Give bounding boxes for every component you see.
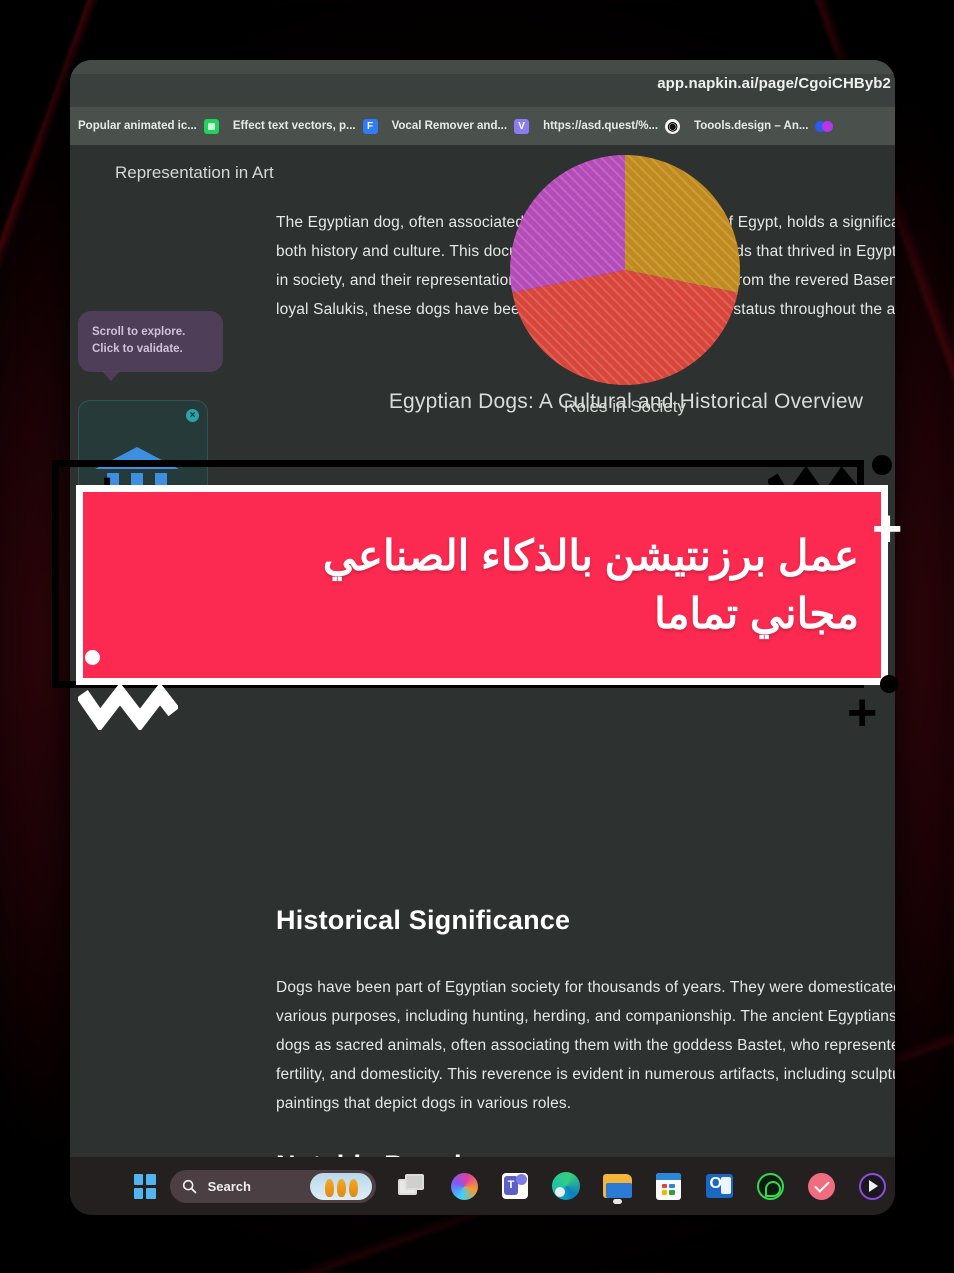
purple-v-icon: V [514, 118, 530, 134]
promo-text-line1: عمل برزنتيشن بالذكاء الصناعي [322, 532, 859, 580]
browser-toolbar: app.napkin.ai/page/CgoiCHByb2 [70, 60, 895, 107]
plus-decoration-bottomright: + [847, 684, 878, 742]
promo-text: عمل برزنتيشن بالذكاء الصناعي مجاني تماما [323, 527, 881, 643]
globe-icon: ◉ [665, 118, 681, 134]
bookmark-label: Toools.design – An... [694, 120, 809, 132]
address-bar[interactable]: app.napkin.ai/page/CgoiCHByb2 [657, 60, 895, 107]
dot-decoration-topright [872, 455, 892, 475]
bookmark-label: Effect text vectors, p... [232, 120, 356, 132]
windows-taskbar[interactable]: Search T [70, 1157, 895, 1215]
promo-text-line2: مجاني تماما [654, 590, 859, 637]
tooltip-line-1: Scroll to explore. [92, 326, 186, 338]
outlook-icon[interactable] [704, 1171, 734, 1201]
search-input[interactable]: Search [169, 1169, 376, 1203]
promo-overlay: + عمل برزنتيشن بالذكاء الصناعي مجاني تما… [52, 455, 902, 739]
zigzag-decoration-bottomleft [78, 682, 178, 730]
section-heading-breeds: Notable Breeds [276, 1150, 477, 1157]
teams-icon[interactable]: T [500, 1171, 530, 1201]
play-circle-icon[interactable] [857, 1171, 887, 1201]
promo-banner: عمل برزنتيشن بالذكاء الصناعي مجاني تماما [76, 485, 888, 685]
bookmark-item[interactable]: Effect text vectors, p... F [232, 118, 378, 134]
edge-icon[interactable] [551, 1171, 581, 1201]
pie-label-art: Representation in Art [115, 163, 274, 182]
close-icon[interactable]: × [186, 409, 199, 422]
check-circle-icon[interactable] [806, 1171, 836, 1201]
windows-logo-icon[interactable] [134, 1173, 156, 1199]
bookmark-item[interactable]: Popular animated ic... [78, 118, 219, 134]
search-placeholder: Search [207, 1178, 251, 1194]
folder-icon[interactable] [602, 1171, 632, 1204]
plus-decoration-right: + [872, 500, 903, 558]
section-body-historical: Dogs have been part of Egyptian society … [276, 979, 895, 1112]
dot-decoration-bottomright [880, 675, 898, 693]
bookmark-label: https://asd.quest/%... [543, 120, 659, 132]
taskbar-icons[interactable]: T [398, 1171, 887, 1204]
bookmark-item[interactable]: Vocal Remover and... V [391, 118, 530, 134]
store-icon[interactable] [653, 1171, 683, 1201]
bookmark-item[interactable]: Toools.design – An... [694, 119, 837, 134]
tooltip-line-2: Click to validate. [92, 343, 183, 355]
pie-label-society: Roles in Society [564, 397, 686, 416]
pie-chart[interactable]: Roles in Society [510, 155, 740, 455]
hint-tooltip: Scroll to explore. Click to validate. [78, 311, 223, 381]
weather-widget-icon[interactable] [310, 1172, 372, 1200]
green-square-icon [203, 118, 219, 134]
whatsapp-icon[interactable] [755, 1171, 785, 1201]
bookmark-label: Vocal Remover and... [391, 120, 508, 132]
pie-chart-circle [510, 155, 740, 385]
dot-decoration-bottomleft [85, 650, 100, 665]
task-view-icon[interactable] [398, 1171, 428, 1201]
search-icon [182, 1179, 196, 1193]
section-heading-historical: Historical Significance [276, 905, 571, 935]
bookmarks-bar[interactable]: Popular animated ic... Effect text vecto… [70, 107, 895, 145]
copilot-icon[interactable] [449, 1171, 479, 1201]
freepik-f-icon: F [362, 118, 378, 134]
bookmark-item[interactable]: https://asd.quest/%... ◉ [543, 118, 681, 134]
toools-dots-icon [815, 119, 837, 134]
address-bar-url: app.napkin.ai/page/CgoiCHByb2 [657, 75, 891, 92]
bookmark-label: Popular animated ic... [78, 120, 197, 132]
